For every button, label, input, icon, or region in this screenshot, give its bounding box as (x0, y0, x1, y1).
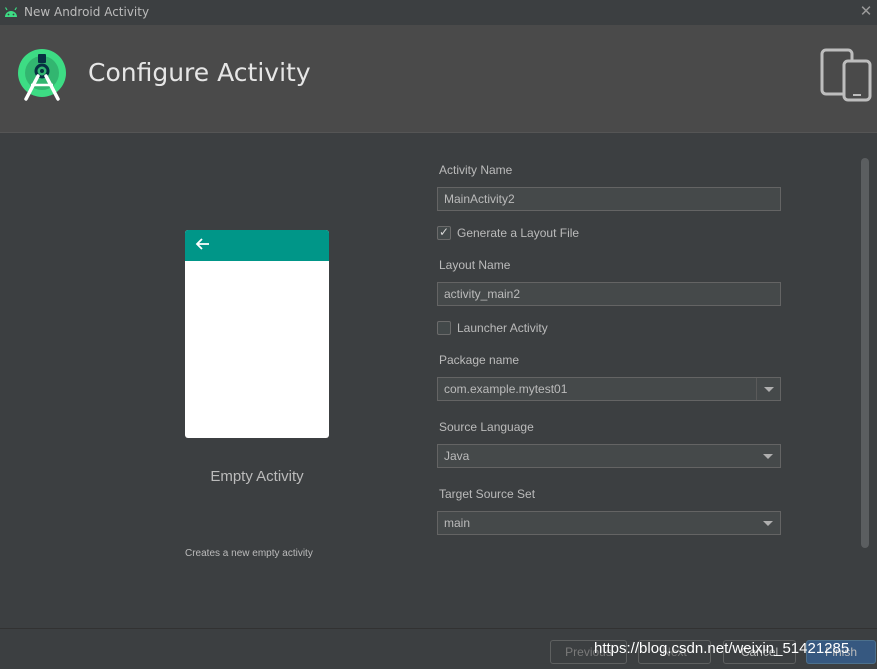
package-name-label: Package name (439, 353, 520, 367)
package-name-value[interactable]: com.example.mytest01 (444, 378, 774, 400)
chevron-down-icon (763, 521, 773, 526)
android-studio-logo (18, 49, 66, 101)
source-language-select[interactable]: Java (437, 444, 781, 468)
activity-name-label: Activity Name (439, 163, 513, 177)
generate-layout-checkbox[interactable]: ✓ Generate a Layout File (437, 225, 580, 240)
layout-name-input[interactable]: activity_main2 (437, 282, 781, 306)
form-scrollbar[interactable] (861, 158, 869, 548)
close-icon[interactable]: ✕ (857, 2, 875, 20)
preview-toolbar (185, 230, 329, 261)
dropdown-button[interactable] (756, 378, 780, 400)
layout-name-label: Layout Name (439, 258, 511, 272)
source-language-label: Source Language (439, 420, 534, 434)
source-language-value: Java (444, 449, 470, 463)
arrow-left-icon (195, 238, 209, 250)
dropdown-button[interactable] (756, 512, 780, 534)
activity-name-input[interactable]: MainActivity2 (437, 187, 781, 211)
window-title: New Android Activity (24, 5, 150, 19)
page-title: Configure Activity (88, 58, 311, 87)
generate-layout-label: Generate a Layout File (457, 226, 580, 240)
phone-tablet-icon (820, 48, 872, 102)
window-titlebar: New Android Activity ✕ (0, 0, 877, 25)
android-icon (4, 7, 18, 17)
checkbox-box[interactable] (437, 321, 451, 335)
target-source-set-select[interactable]: main (437, 511, 781, 535)
target-source-set-value: main (444, 516, 471, 530)
template-description: Creates a new empty activity (185, 548, 313, 558)
chevron-down-icon (763, 454, 773, 459)
chevron-down-icon (764, 387, 774, 392)
wizard-header: Configure Activity (0, 25, 877, 133)
activity-preview (185, 230, 329, 438)
template-name: Empty Activity (210, 468, 304, 485)
target-source-set-label: Target Source Set (439, 487, 536, 501)
package-name-combo[interactable]: com.example.mytest01 (437, 377, 781, 401)
dropdown-button[interactable] (756, 445, 780, 467)
check-icon: ✓ (439, 225, 450, 239)
checkbox-box[interactable]: ✓ (437, 225, 451, 240)
launcher-activity-checkbox[interactable]: Launcher Activity (437, 321, 548, 335)
watermark-text: https://blog.csdn.net/weixin_51421285 (594, 640, 850, 657)
launcher-activity-label: Launcher Activity (457, 321, 548, 335)
